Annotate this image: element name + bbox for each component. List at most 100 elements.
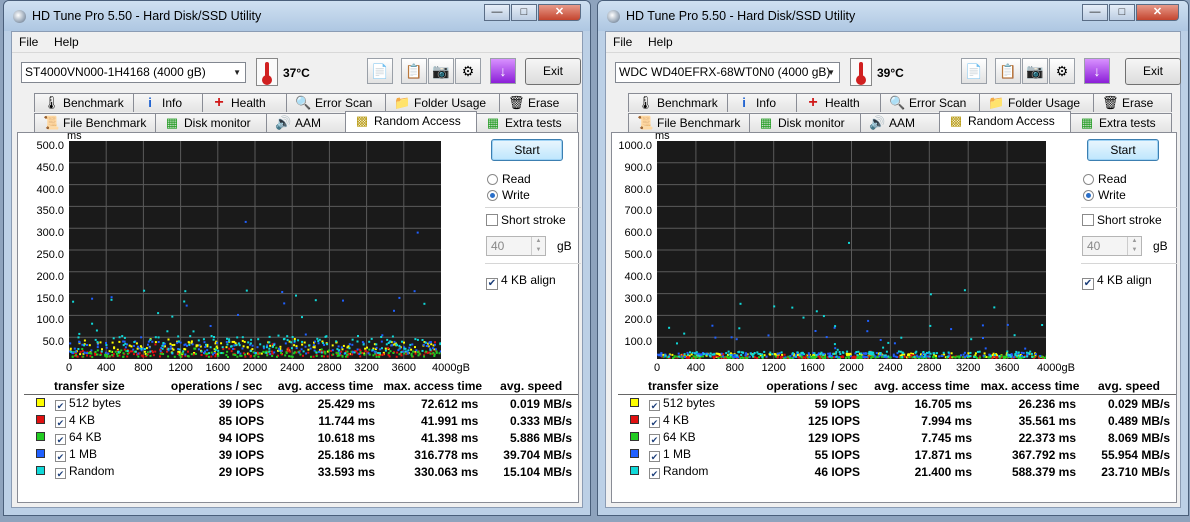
data-point-1-mb — [203, 341, 206, 344]
tab-health[interactable]: + Health — [202, 93, 287, 112]
tab-disk-monitor[interactable]: ▦ Disk monitor — [155, 113, 267, 132]
title-bar[interactable]: HD Tune Pro 5.50 - Hard Disk/SSD Utility… — [598, 1, 1188, 31]
data-point-random — [815, 354, 818, 357]
tab-error-scan[interactable]: 🔍 Error Scan — [880, 93, 980, 112]
data-point-random — [77, 348, 80, 350]
tab-error-scan[interactable]: 🔍 Error Scan — [286, 93, 386, 112]
exit-button[interactable]: Exit — [1125, 58, 1181, 85]
copy-image-icon[interactable]: 📋 — [995, 58, 1021, 84]
tab-folder-usage[interactable]: 📁 Folder Usage — [979, 93, 1094, 112]
options-icon[interactable]: ⚙ — [1049, 58, 1075, 84]
align-4kb-checkbox[interactable]: ✔ 4 KB align — [1082, 273, 1152, 290]
data-point-1-mb — [323, 344, 326, 346]
spinner-arrows-icon[interactable]: ▲ ▼ — [531, 237, 545, 255]
y-tick-label: 50.0 — [42, 336, 64, 349]
result-speed-cell: 23.710 MB/s — [1101, 464, 1170, 479]
transfer-size-label: 4 KB — [663, 413, 690, 427]
tab-info[interactable]: i Info — [727, 93, 797, 112]
camera-icon[interactable]: 📷 — [1022, 58, 1048, 84]
tab-erase[interactable]: 🗑 Erase — [499, 93, 578, 112]
y-tick-label: 1000.0 — [618, 140, 652, 152]
drive-select[interactable]: ST4000VN000-1H4168 (4000 gB) ▼ — [21, 62, 246, 83]
tab-aam[interactable]: 🔊 AAM — [266, 113, 346, 132]
copy-text-icon[interactable]: 📄 — [961, 58, 987, 84]
series-checkbox[interactable]: ✔ — [55, 468, 66, 479]
save-down-arrow-icon[interactable]: ↓ — [1084, 58, 1110, 84]
result-speed-cell: 15.104 MB/s — [503, 464, 572, 479]
close-button[interactable]: ✕ — [1136, 4, 1179, 21]
minimize-button[interactable]: — — [1082, 4, 1108, 21]
short-stroke-checkbox[interactable]: Short stroke — [1082, 213, 1162, 227]
data-point-1-mb — [894, 355, 897, 358]
series-checkbox[interactable]: ✔ — [55, 434, 66, 445]
series-checkbox[interactable]: ✔ — [649, 417, 660, 428]
data-point-64-kb — [81, 348, 84, 350]
read-radio[interactable]: Read — [487, 172, 531, 186]
data-point-512-bytes — [108, 350, 111, 353]
tab-random-access[interactable]: ▩ Random Access — [345, 111, 477, 132]
close-button[interactable]: ✕ — [538, 4, 581, 21]
result-avg-cell: 10.618 ms — [317, 430, 376, 445]
tab-benchmark[interactable]: 🌡 Benchmark — [628, 93, 728, 112]
tab-file-benchmark[interactable]: 📜 File Benchmark — [34, 113, 156, 132]
start-button[interactable]: Start — [1087, 139, 1159, 161]
data-point-random — [143, 289, 146, 292]
y-tick-label: 900.0 — [624, 161, 652, 174]
short-stroke-checkbox[interactable]: Short stroke — [486, 213, 566, 227]
save-down-arrow-icon[interactable]: ↓ — [490, 58, 516, 84]
tab-random-access[interactable]: ▩ Random Access — [939, 111, 1071, 132]
menu-help[interactable]: Help — [54, 35, 79, 49]
data-point-random — [157, 312, 160, 315]
stroke-size-spinner[interactable]: 40 ▲ ▼ — [1082, 236, 1142, 256]
data-point-1-mb — [433, 343, 436, 346]
options-icon[interactable]: ⚙ — [455, 58, 481, 84]
write-radio[interactable]: Write — [1083, 188, 1126, 202]
data-point-random — [171, 351, 174, 354]
menu-file[interactable]: File — [19, 35, 38, 49]
data-point-random — [226, 343, 229, 346]
tab-file-benchmark[interactable]: 📜 File Benchmark — [628, 113, 750, 132]
tab-erase[interactable]: 🗑 Erase — [1093, 93, 1172, 112]
series-checkbox[interactable]: ✔ — [55, 417, 66, 428]
tab-aam[interactable]: 🔊 AAM — [860, 113, 940, 132]
spinner-arrows-icon[interactable]: ▲ ▼ — [1127, 237, 1141, 255]
series-checkbox[interactable]: ✔ — [55, 451, 66, 462]
maximize-button[interactable]: □ — [511, 4, 537, 21]
tab-extra-tests[interactable]: ▦ Extra tests — [1070, 113, 1172, 132]
data-point-1-mb — [393, 340, 396, 343]
data-point-64-kb — [979, 356, 981, 359]
tab-folder-usage[interactable]: 📁 Folder Usage — [385, 93, 500, 112]
copy-text-icon[interactable]: 📄 — [367, 58, 393, 84]
series-checkbox[interactable]: ✔ — [649, 451, 660, 462]
title-bar[interactable]: HD Tune Pro 5.50 - Hard Disk/SSD Utility… — [4, 1, 590, 31]
data-point-random — [1006, 353, 1009, 356]
data-point-512-bytes — [781, 353, 784, 356]
series-checkbox[interactable]: ✔ — [649, 400, 660, 411]
series-checkbox[interactable]: ✔ — [649, 434, 660, 445]
maximize-button[interactable]: □ — [1109, 4, 1135, 21]
align-4kb-checkbox[interactable]: ✔ 4 KB align — [486, 273, 556, 290]
data-point-1-mb — [337, 345, 340, 348]
drive-select[interactable]: WDC WD40EFRX-68WT0N0 (4000 gB) ▼ — [615, 62, 840, 83]
read-radio[interactable]: Read — [1083, 172, 1127, 186]
tab-info[interactable]: i Info — [133, 93, 203, 112]
tab-disk-monitor[interactable]: ▦ Disk monitor — [749, 113, 861, 132]
write-radio[interactable]: Write — [487, 188, 530, 202]
series-checkbox[interactable]: ✔ — [55, 400, 66, 411]
minimize-button[interactable]: — — [484, 4, 510, 21]
camera-icon[interactable]: 📷 — [428, 58, 454, 84]
data-point-4-kb — [152, 351, 154, 354]
tab-benchmark[interactable]: 🌡 Benchmark — [34, 93, 134, 112]
data-point-random — [257, 338, 260, 341]
copy-image-icon[interactable]: 📋 — [401, 58, 427, 84]
tab-health[interactable]: + Health — [796, 93, 881, 112]
data-point-random — [421, 339, 424, 341]
start-button[interactable]: Start — [491, 139, 563, 161]
tab-extra-tests[interactable]: ▦ Extra tests — [476, 113, 578, 132]
data-point-1-mb — [198, 344, 201, 347]
menu-help[interactable]: Help — [648, 35, 673, 49]
stroke-size-spinner[interactable]: 40 ▲ ▼ — [486, 236, 546, 256]
menu-file[interactable]: File — [613, 35, 632, 49]
exit-button[interactable]: Exit — [525, 58, 581, 85]
series-checkbox[interactable]: ✔ — [649, 468, 660, 479]
